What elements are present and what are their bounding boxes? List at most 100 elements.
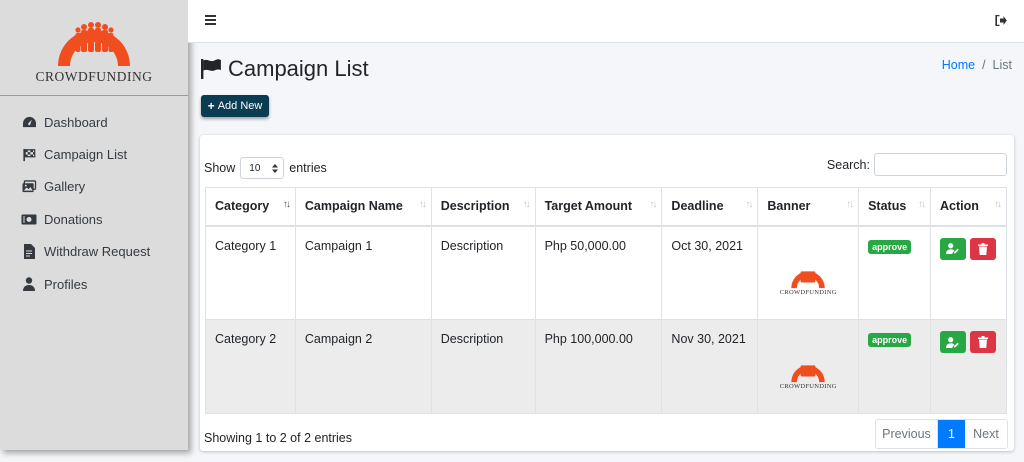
sort-icon: ↑↓ bbox=[994, 199, 1002, 210]
brand-name: CROWDFUNDING bbox=[35, 69, 153, 84]
user-icon bbox=[21, 277, 37, 292]
brand-logo[interactable]: CROWDFUNDING bbox=[0, 0, 188, 96]
campaign-table-card: Show 10 entries Search: Category ↑↓ Campa… bbox=[200, 135, 1014, 451]
sidebar-item-donations[interactable]: Donations bbox=[0, 203, 188, 235]
column-header-category[interactable]: Category ↑↓ bbox=[205, 187, 296, 227]
sidebar-item-label: Donations bbox=[44, 211, 103, 227]
cell-deadline: Nov 30, 2021 bbox=[661, 319, 759, 414]
column-header-label: Status bbox=[868, 199, 907, 214]
cell-deadline: Oct 30, 2021 bbox=[661, 225, 759, 320]
column-header-target-amount[interactable]: Target Amount ↑↓ bbox=[534, 187, 663, 227]
column-header-action[interactable]: Action ↑↓ bbox=[929, 187, 1008, 227]
cell-category: Category 2 bbox=[205, 319, 296, 414]
sidebar-item-withdraw-request[interactable]: Withdraw Request bbox=[0, 236, 188, 268]
pagination: Previous 1 Next bbox=[875, 419, 1008, 449]
sidebar-item-campaign-list[interactable]: Campaign List bbox=[0, 138, 188, 170]
page-length-control: Show 10 entries bbox=[204, 157, 327, 179]
sign-out-icon[interactable] bbox=[995, 14, 1007, 29]
search-input[interactable] bbox=[874, 153, 1007, 176]
sidebar: CROWDFUNDING Dashboard Campaign List Gal… bbox=[0, 0, 188, 450]
column-header-label: Deadline bbox=[671, 199, 724, 214]
search-label: Search: bbox=[826, 157, 870, 172]
add-new-label: Add New bbox=[217, 100, 263, 112]
cell-target-amount: Php 50,000.00 bbox=[534, 225, 663, 320]
trash-icon bbox=[977, 336, 988, 348]
table-info: Showing 1 to 2 of 2 entries bbox=[204, 431, 353, 445]
table-row: Category 2 Campaign 2 Description Php 10… bbox=[205, 319, 1008, 414]
trash-icon bbox=[977, 242, 988, 255]
page-size-select[interactable]: 10 bbox=[240, 157, 285, 179]
sort-icon: ↑↓ bbox=[522, 199, 531, 210]
pagination-page-1[interactable]: 1 bbox=[938, 420, 965, 448]
sidebar-item-label: Gallery bbox=[44, 179, 86, 195]
cell-campaign-name: Campaign 1 bbox=[294, 225, 432, 320]
breadcrumb-home-link[interactable]: Home bbox=[942, 58, 975, 72]
breadcrumb: Home / List bbox=[942, 58, 1012, 72]
flag-icon bbox=[201, 59, 221, 79]
banner-image: CROWDFUNDING bbox=[780, 263, 837, 296]
sidebar-nav: Dashboard Campaign List Gallery Donation… bbox=[0, 96, 188, 300]
column-header-label: Action bbox=[939, 199, 979, 214]
column-header-label: Banner bbox=[767, 199, 811, 214]
select-arrows-icon bbox=[272, 163, 279, 173]
edit-button[interactable] bbox=[939, 331, 966, 353]
banner-text: CROWDFUNDING bbox=[779, 383, 837, 390]
show-label: Show bbox=[204, 161, 236, 175]
delete-button[interactable] bbox=[969, 331, 996, 353]
add-new-button[interactable]: + Add New bbox=[201, 95, 269, 117]
sort-icon: ↑↓ bbox=[418, 199, 427, 210]
table-row: Category 1 Campaign 1 Description Php 50… bbox=[205, 225, 1008, 320]
sidebar-item-label: Dashboard bbox=[44, 114, 108, 130]
crowdfunding-logo-icon bbox=[791, 365, 825, 383]
campaign-table: Category ↑↓ Campaign Name ↑↓ Description ↑↓… bbox=[205, 187, 1008, 414]
tachometer-icon bbox=[21, 115, 37, 129]
column-header-label: Description bbox=[440, 199, 510, 214]
sidebar-item-profiles[interactable]: Profiles bbox=[0, 268, 188, 300]
cell-banner: CROWDFUNDING bbox=[757, 225, 860, 320]
sidebar-item-gallery[interactable]: Gallery bbox=[0, 171, 188, 203]
table-header-row: Category ↑↓ Campaign Name ↑↓ Description ↑↓… bbox=[205, 187, 1008, 227]
banner-text: CROWDFUNDING bbox=[779, 289, 837, 297]
cell-status: approve bbox=[858, 319, 931, 414]
cell-description: Description bbox=[430, 225, 536, 320]
flag-checkered-icon bbox=[21, 148, 37, 162]
cell-action bbox=[929, 225, 1008, 320]
user-edit-icon bbox=[946, 243, 960, 254]
delete-button[interactable] bbox=[969, 237, 996, 260]
sort-icon: ↑↓ bbox=[846, 199, 854, 210]
breadcrumb-separator: / bbox=[982, 58, 986, 72]
cell-status: approve bbox=[858, 225, 931, 320]
sort-icon: ↑↓ bbox=[745, 199, 753, 210]
column-header-status[interactable]: Status ↑↓ bbox=[858, 187, 931, 227]
column-header-label: Campaign Name bbox=[304, 199, 403, 214]
table-search: Search: bbox=[827, 153, 1007, 176]
column-header-campaign-name[interactable]: Campaign Name ↑↓ bbox=[294, 187, 432, 227]
column-header-label: Category bbox=[215, 199, 270, 214]
sidebar-item-label: Campaign List bbox=[44, 147, 128, 163]
pagination-next[interactable]: Next bbox=[965, 420, 1007, 448]
hamburger-menu-icon[interactable] bbox=[205, 15, 216, 25]
crowdfunding-logo-icon bbox=[791, 271, 825, 289]
column-header-deadline[interactable]: Deadline ↑↓ bbox=[661, 187, 759, 227]
status-badge: approve bbox=[868, 239, 912, 254]
column-header-banner[interactable]: Banner ↑↓ bbox=[757, 187, 860, 227]
top-navbar bbox=[188, 0, 1024, 43]
edit-button[interactable] bbox=[939, 237, 966, 260]
cell-banner: CROWDFUNDING bbox=[757, 319, 860, 414]
user-edit-icon bbox=[946, 336, 960, 348]
page-header: Campaign List bbox=[200, 56, 369, 82]
cell-campaign-name: Campaign 2 bbox=[294, 319, 432, 414]
sidebar-item-label: Withdraw Request bbox=[44, 244, 151, 260]
breadcrumb-current: List bbox=[992, 58, 1012, 72]
pagination-previous[interactable]: Previous bbox=[876, 420, 938, 448]
column-header-label: Target Amount bbox=[544, 199, 633, 214]
plus-icon: + bbox=[207, 99, 215, 113]
sidebar-item-label: Profiles bbox=[44, 276, 88, 292]
banner-image: CROWDFUNDING bbox=[780, 357, 837, 390]
cell-target-amount: Php 100,000.00 bbox=[534, 319, 663, 414]
images-icon bbox=[21, 180, 37, 194]
cell-action bbox=[929, 319, 1008, 414]
column-header-description[interactable]: Description ↑↓ bbox=[430, 187, 536, 227]
sort-icon: ↑↓ bbox=[649, 199, 657, 210]
sidebar-item-dashboard[interactable]: Dashboard bbox=[0, 106, 188, 138]
